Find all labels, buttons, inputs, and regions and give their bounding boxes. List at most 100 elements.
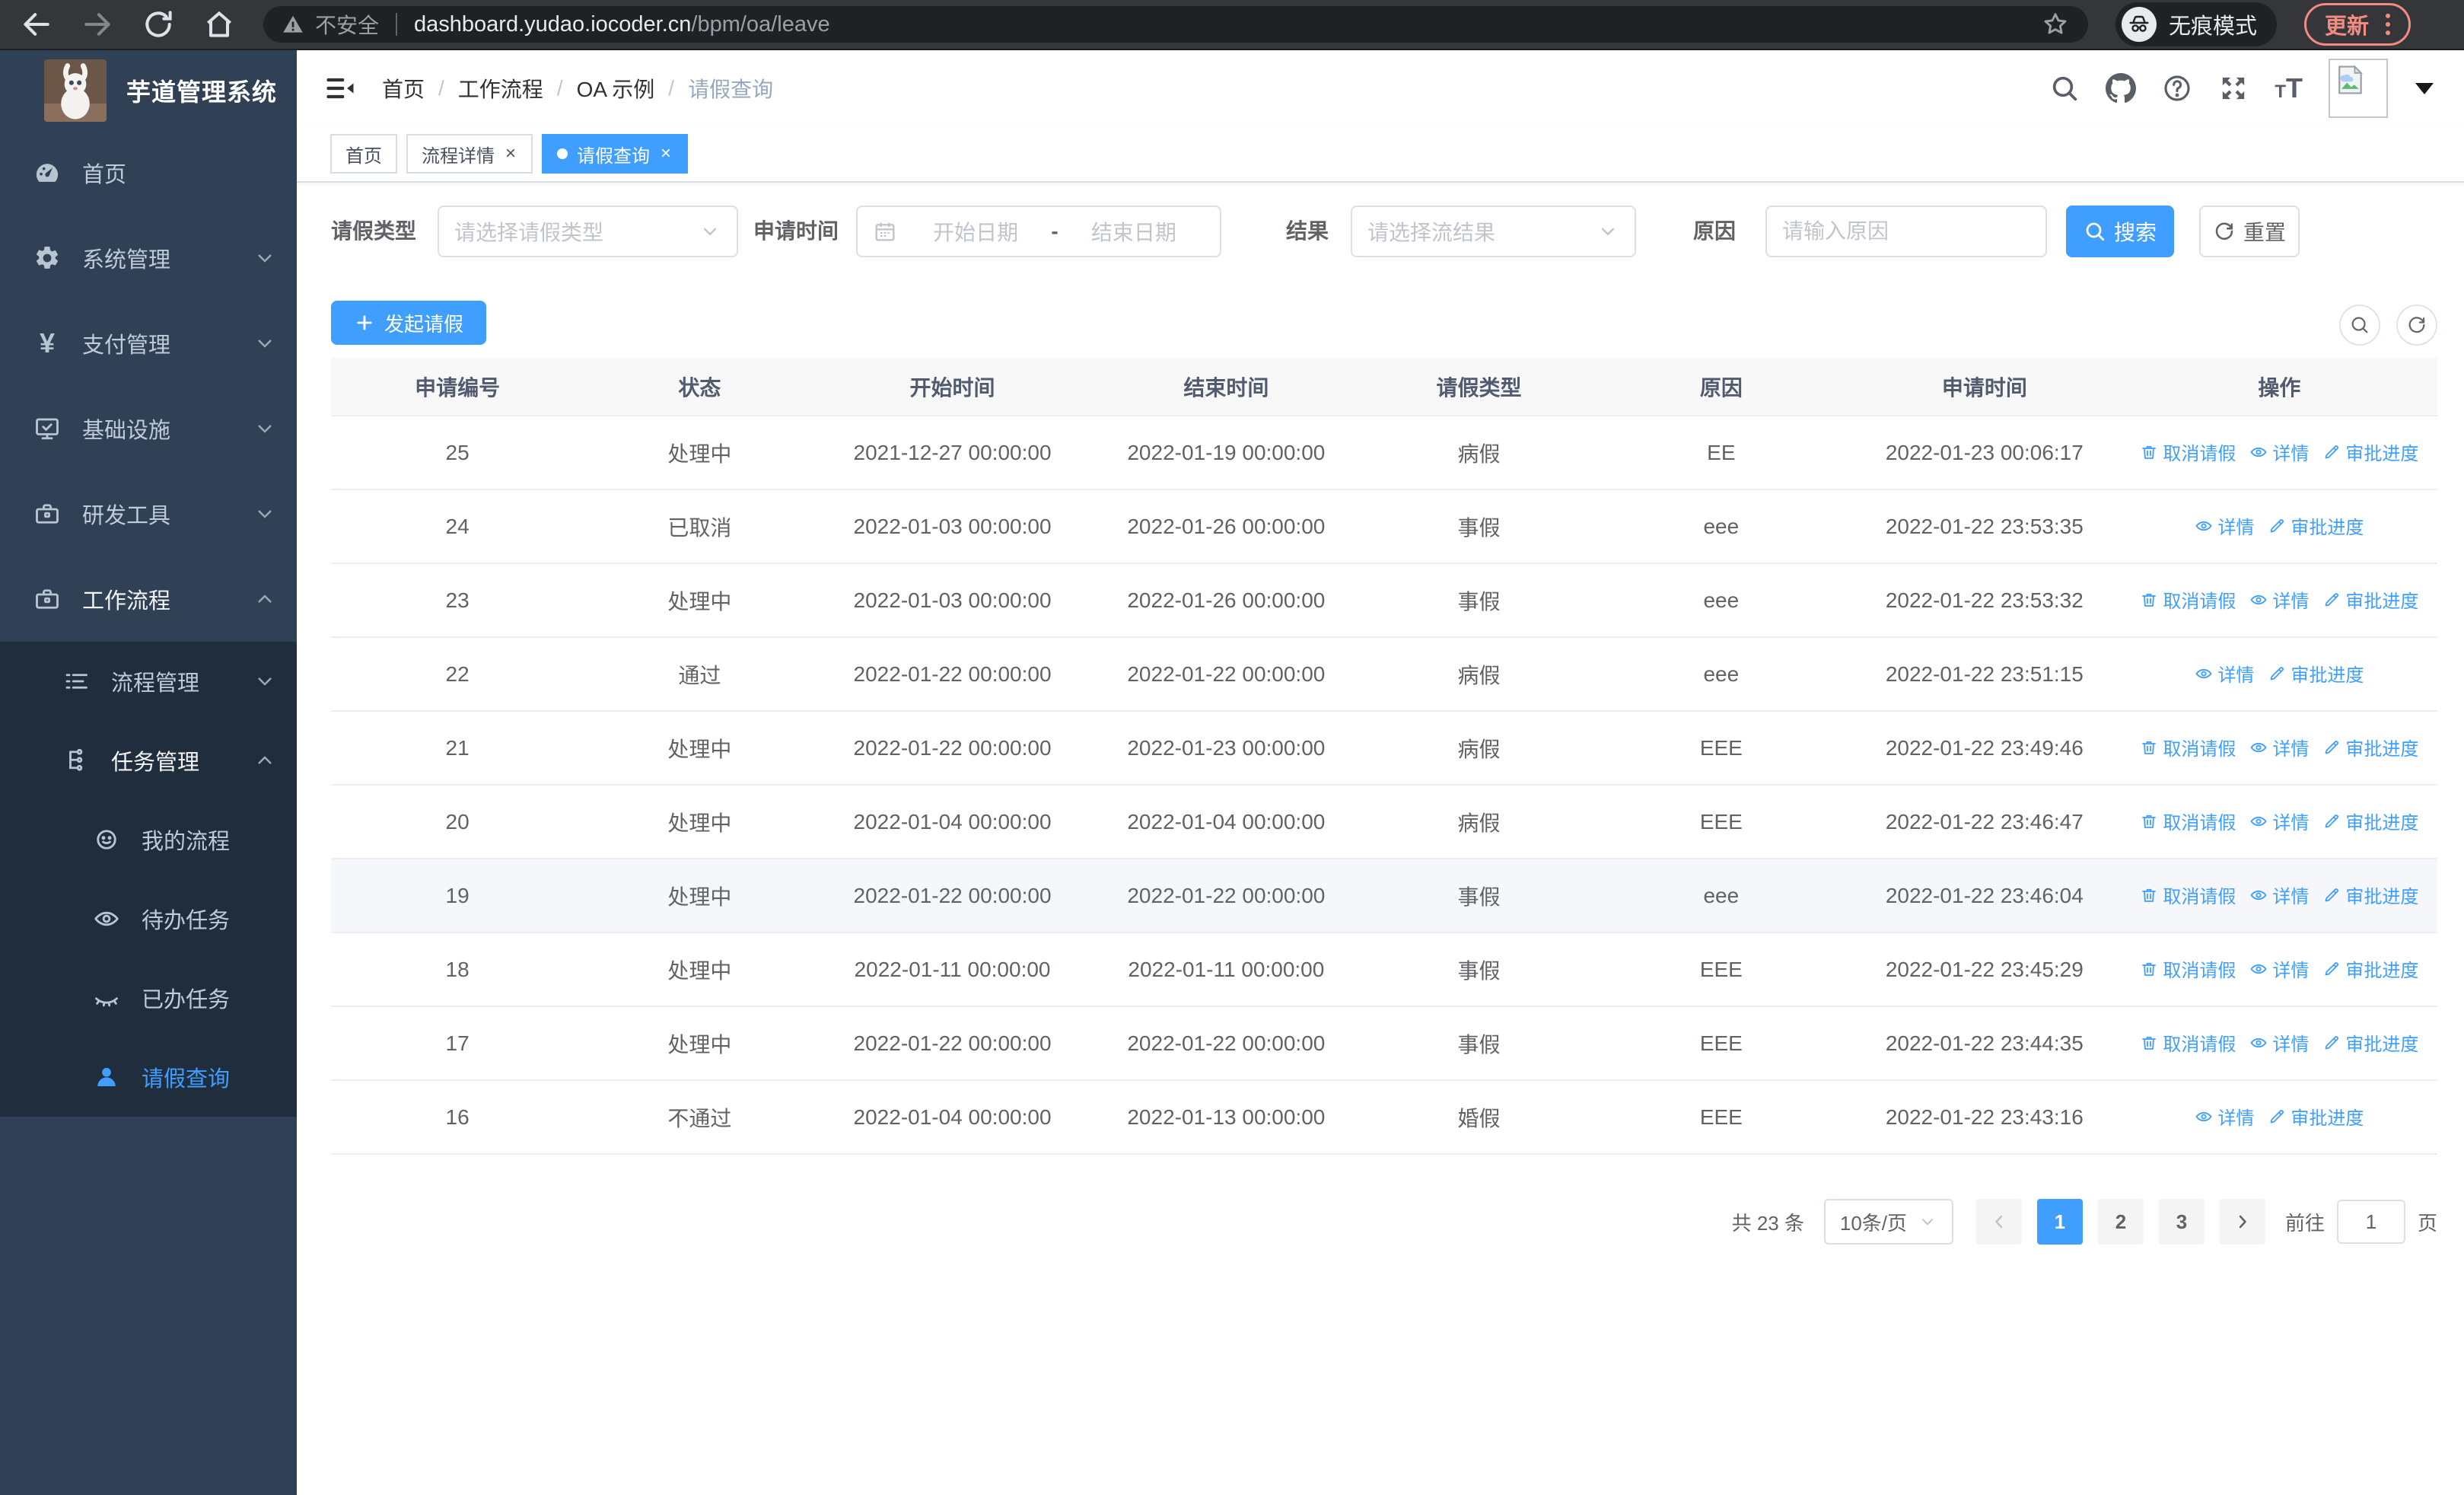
result-select[interactable]: 请选择流结果 xyxy=(1351,206,1636,257)
sidebar-item-todo-tasks[interactable]: 待办任务 xyxy=(0,879,297,958)
sidebar-item-devtools[interactable]: 研发工具 xyxy=(0,471,297,556)
page-size-select[interactable]: 10条/页 xyxy=(1823,1199,1953,1245)
next-page-button[interactable] xyxy=(2219,1199,2265,1245)
font-size-icon[interactable]: TT xyxy=(2275,72,2303,104)
sidebar-item-my-process[interactable]: 我的流程 xyxy=(0,800,297,879)
broken-image-icon xyxy=(2333,63,2367,97)
logo-row[interactable]: 芋道管理系统 xyxy=(0,50,297,130)
tab-close-icon[interactable]: × xyxy=(659,143,673,164)
breadcrumb-item[interactable]: OA 示例 xyxy=(577,73,655,104)
cell-status: 处理中 xyxy=(584,563,816,638)
back-button[interactable] xyxy=(20,8,53,41)
action-cancel-link[interactable]: 取消请假 xyxy=(2140,1029,2236,1056)
update-label[interactable]: 更新 xyxy=(2325,8,2369,40)
reload-button[interactable] xyxy=(142,8,175,41)
tab-process-detail[interactable]: 流程详情 × xyxy=(406,134,533,174)
cell-id: 21 xyxy=(331,711,584,786)
fullscreen-icon[interactable] xyxy=(2218,73,2249,104)
breadcrumb-item[interactable]: 首页 xyxy=(382,73,425,104)
sidebar-item-done-tasks[interactable]: 已办任务 xyxy=(0,958,297,1038)
sidebar-toggle-icon[interactable] xyxy=(324,72,356,104)
action-detail-link[interactable]: 详情 xyxy=(2249,438,2309,465)
action-cancel-link[interactable]: 取消请假 xyxy=(2140,734,2236,760)
action-cancel-link[interactable]: 取消请假 xyxy=(2140,881,2236,908)
action-cancel-link[interactable]: 取消请假 xyxy=(2140,808,2236,834)
cell-reason: EEE xyxy=(1594,785,1848,859)
action-progress-link[interactable]: 审批进度 xyxy=(2268,660,2364,687)
cell-end: 2022-01-04 00:00:00 xyxy=(1089,785,1364,859)
action-progress-link[interactable]: 审批进度 xyxy=(2268,512,2364,539)
cell-actions: 取消请假 详情 审批进度 xyxy=(2121,1006,2437,1081)
not-secure-warning-icon xyxy=(282,13,304,36)
tab-close-icon[interactable]: × xyxy=(504,143,517,164)
address-bar[interactable]: 不安全 dashboard.yudao.iocoder.cn/bpm/oa/le… xyxy=(263,6,2088,43)
tab-home[interactable]: 首页 xyxy=(330,134,397,174)
action-progress-link[interactable]: 审批进度 xyxy=(2322,881,2418,908)
page-button-1[interactable]: 1 xyxy=(2036,1199,2083,1245)
action-progress-link[interactable]: 审批进度 xyxy=(2322,808,2418,834)
action-cancel-link[interactable]: 取消请假 xyxy=(2140,955,2236,982)
cell-applied: 2022-01-22 23:49:46 xyxy=(1847,711,2122,786)
goto-page-input[interactable] xyxy=(2336,1200,2405,1244)
action-progress-link[interactable]: 审批进度 xyxy=(2322,586,2418,613)
action-progress-link[interactable]: 审批进度 xyxy=(2268,1103,2364,1130)
avatar[interactable] xyxy=(2329,59,2388,118)
action-detail-link[interactable]: 详情 xyxy=(2249,808,2309,834)
search-icon xyxy=(2349,314,2370,336)
page-button-2[interactable]: 2 xyxy=(2097,1199,2144,1245)
search-button[interactable]: 搜索 xyxy=(2066,206,2174,257)
action-detail-link[interactable]: 详情 xyxy=(2195,1103,2254,1130)
action-detail-link[interactable]: 详情 xyxy=(2195,512,2254,539)
action-detail-link[interactable]: 详情 xyxy=(2195,660,2254,687)
cell-end: 2022-01-26 00:00:00 xyxy=(1089,563,1364,638)
apply-time-range-picker[interactable]: 开始日期 - 结束日期 xyxy=(856,206,1221,257)
eye-icon xyxy=(2249,886,2268,904)
action-cancel-link[interactable]: 取消请假 xyxy=(2140,586,2236,613)
sidebar-item-home[interactable]: 首页 xyxy=(0,130,297,215)
action-detail-link[interactable]: 详情 xyxy=(2249,955,2309,982)
action-detail-link[interactable]: 详情 xyxy=(2249,1029,2309,1056)
action-progress-link[interactable]: 审批进度 xyxy=(2322,955,2418,982)
sidebar-item-payment[interactable]: ¥ 支付管理 xyxy=(0,301,297,386)
sidebar-item-workflow[interactable]: 工作流程 xyxy=(0,556,297,642)
help-icon[interactable] xyxy=(2162,73,2192,104)
leave-type-select[interactable]: 请选择请假类型 xyxy=(438,206,738,257)
github-icon[interactable] xyxy=(2106,73,2137,104)
sidebar-item-process-mgmt[interactable]: 流程管理 xyxy=(0,642,297,721)
sidebar-item-task-mgmt[interactable]: 任务管理 xyxy=(0,721,297,800)
reset-button[interactable]: 重置 xyxy=(2199,206,2300,257)
pen-icon xyxy=(2322,886,2341,904)
browser-menu-icon[interactable] xyxy=(2373,10,2402,39)
create-leave-button[interactable]: 发起请假 xyxy=(331,301,487,345)
action-progress-link[interactable]: 审批进度 xyxy=(2322,734,2418,760)
forward-button[interactable] xyxy=(81,8,114,41)
tab-leave-query[interactable]: 请假查询 × xyxy=(542,134,689,174)
prev-page-button[interactable] xyxy=(1975,1199,2022,1245)
cell-actions: 详情 审批进度 xyxy=(2121,489,2437,564)
chevron-down-icon xyxy=(699,220,721,243)
sidebar-item-infra[interactable]: 基础设施 xyxy=(0,386,297,471)
reason-label: 原因 xyxy=(1693,219,1737,243)
action-detail-link[interactable]: 详情 xyxy=(2249,881,2309,908)
action-progress-link[interactable]: 审批进度 xyxy=(2322,1029,2418,1056)
sidebar-item-leave-query[interactable]: 请假查询 xyxy=(0,1038,297,1117)
update-button[interactable]: 更新 xyxy=(2303,3,2411,46)
action-progress-link[interactable]: 审批进度 xyxy=(2322,438,2418,465)
breadcrumb-item[interactable]: 工作流程 xyxy=(458,73,543,104)
table-search-toggle-button[interactable] xyxy=(2339,304,2380,346)
security-label[interactable]: 不安全 xyxy=(315,9,379,40)
action-detail-link[interactable]: 详情 xyxy=(2249,734,2309,760)
reason-input[interactable] xyxy=(1782,219,2030,244)
avatar-caret-icon[interactable] xyxy=(2415,82,2434,94)
url-text[interactable]: dashboard.yudao.iocoder.cn/bpm/oa/leave xyxy=(414,12,830,37)
search-icon[interactable] xyxy=(2049,73,2080,104)
home-button[interactable] xyxy=(202,8,236,41)
table-refresh-button[interactable] xyxy=(2396,304,2437,346)
action-cancel-link[interactable]: 取消请假 xyxy=(2140,438,2236,465)
bookmark-star-icon[interactable] xyxy=(2041,10,2070,39)
page-button-3[interactable]: 3 xyxy=(2158,1199,2205,1245)
cell-start: 2022-01-22 00:00:00 xyxy=(815,1006,1090,1081)
sidebar-item-system[interactable]: 系统管理 xyxy=(0,215,297,301)
cell-type: 病假 xyxy=(1363,785,1595,859)
action-detail-link[interactable]: 详情 xyxy=(2249,586,2309,613)
